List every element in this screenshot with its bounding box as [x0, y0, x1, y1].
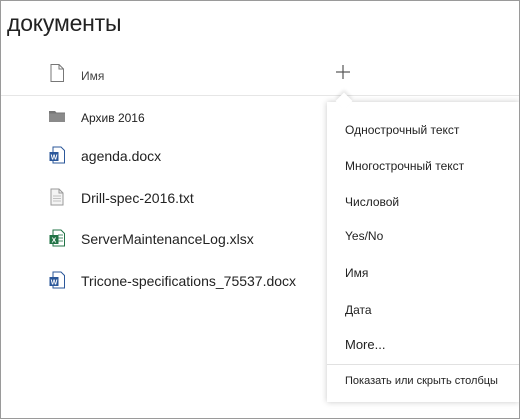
- svg-text:W: W: [51, 155, 58, 162]
- file-name[interactable]: Архив 2016: [81, 111, 145, 125]
- menu-item-multi-line-text[interactable]: Многострочный текст: [327, 150, 519, 184]
- text-file-icon: [50, 188, 64, 206]
- list-item[interactable]: W Tricone-specifications_75537.docx: [1, 263, 331, 299]
- menu-item-yes-no[interactable]: Yes/No: [327, 220, 519, 254]
- menu-item-label: Имя: [345, 266, 369, 280]
- svg-text:W: W: [51, 280, 58, 287]
- menu-item-label: Многострочный текст: [345, 159, 465, 173]
- menu-item-label: Дата: [345, 303, 372, 317]
- page-title: документы: [7, 10, 122, 36]
- menu-item-date[interactable]: Дата: [327, 294, 519, 328]
- file-name[interactable]: ServerMaintenanceLog.xlsx: [81, 231, 254, 247]
- menu-item-label: Показать или скрыть столбцы: [345, 375, 498, 387]
- menu-divider: [327, 364, 519, 365]
- excel-icon: X: [49, 229, 65, 247]
- word-icon: W: [49, 146, 65, 164]
- menu-item-label: Yes/No: [345, 229, 384, 243]
- menu-item-more[interactable]: More...: [327, 328, 519, 362]
- file-name[interactable]: agenda.docx: [81, 148, 161, 164]
- folder-icon: [49, 111, 65, 122]
- column-header-name[interactable]: Имя: [81, 69, 104, 83]
- menu-item-single-line-text[interactable]: Однострочный текст: [327, 114, 519, 148]
- menu-item-number[interactable]: Числовой: [327, 186, 519, 220]
- list-item[interactable]: X ServerMaintenanceLog.xlsx: [1, 221, 331, 257]
- file-name[interactable]: Tricone-specifications_75537.docx: [81, 273, 296, 289]
- add-column-plus-icon[interactable]: [334, 63, 352, 81]
- menu-item-person[interactable]: Имя: [327, 257, 519, 291]
- svg-text:X: X: [52, 238, 57, 245]
- menu-item-label: Числовой: [345, 195, 400, 209]
- list-item[interactable]: W agenda.docx: [1, 138, 331, 174]
- file-type-icon[interactable]: [50, 64, 64, 82]
- list-item[interactable]: Архив 2016: [1, 99, 331, 135]
- menu-item-label: Однострочный текст: [345, 123, 460, 137]
- file-name[interactable]: Drill-spec-2016.txt: [81, 190, 194, 206]
- word-icon: W: [49, 271, 65, 289]
- menu-item-label: More...: [345, 337, 386, 352]
- document-library-window: документы Имя Архив 2016 W agenda.docx D…: [0, 0, 520, 419]
- add-column-menu: Однострочный текст Многострочный текст Ч…: [327, 102, 519, 402]
- show-hide-columns-button[interactable]: Показать или скрыть столбцы: [327, 366, 519, 400]
- list-item[interactable]: Drill-spec-2016.txt: [1, 180, 331, 216]
- column-header-row: Имя: [1, 57, 519, 96]
